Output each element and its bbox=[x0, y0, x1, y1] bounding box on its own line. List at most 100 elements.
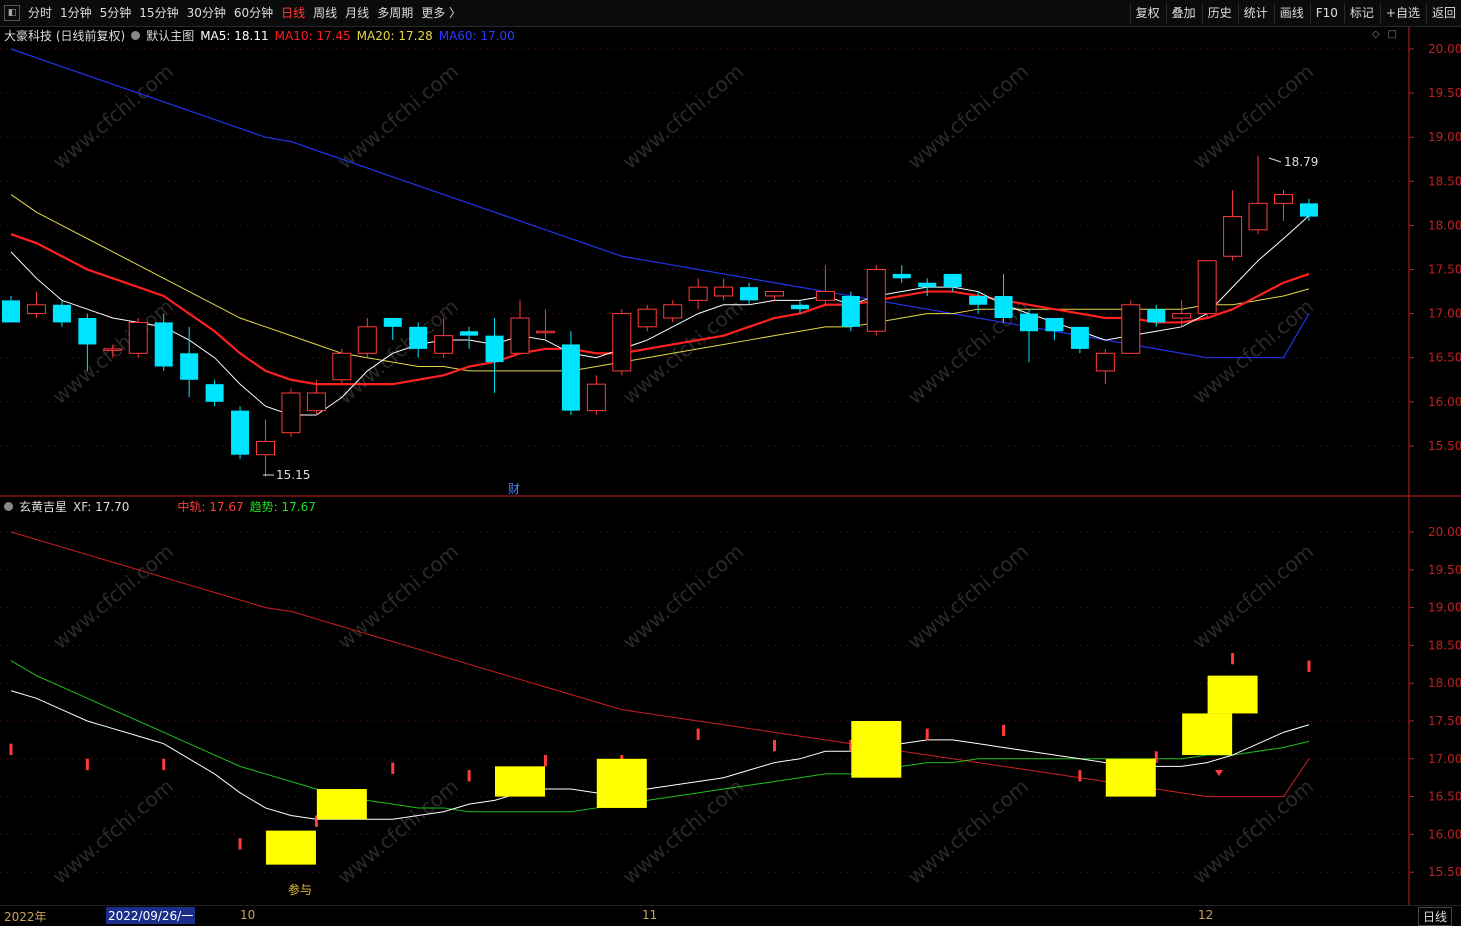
toolbar-button-2[interactable]: 历史 bbox=[1201, 3, 1237, 23]
main-axis-label: 16.50 bbox=[1428, 351, 1461, 365]
indicator-menu-icon[interactable] bbox=[131, 31, 141, 40]
candle-body-down bbox=[740, 287, 759, 301]
signal-block bbox=[1207, 675, 1258, 714]
toolbar-button-0[interactable]: 复权 bbox=[1129, 3, 1165, 23]
zhonggui-line bbox=[10, 531, 1310, 798]
candle-body-up bbox=[1197, 260, 1217, 315]
toolbar-button-1[interactable]: 叠加 bbox=[1165, 3, 1201, 23]
watermark: www.cfchi.com bbox=[1188, 59, 1318, 174]
sub-axis-label: 20.00 bbox=[1428, 525, 1461, 539]
sub-axis-label: 19.50 bbox=[1428, 563, 1461, 577]
grid-lines bbox=[0, 27, 1461, 905]
main-axis-label: 17.00 bbox=[1428, 307, 1461, 321]
ma60-value: MA60: 17.00 bbox=[438, 28, 515, 43]
signal-blocks bbox=[265, 675, 1258, 865]
candle-body-up bbox=[688, 286, 708, 301]
canyu-label: 参与 bbox=[288, 882, 312, 897]
period-indicator[interactable]: 日线 bbox=[1418, 907, 1453, 926]
sub-axis-label: 19.00 bbox=[1428, 601, 1461, 615]
stock-name: 大豪科技 (日线前复权) bbox=[4, 29, 126, 43]
period-tab-10[interactable]: 更多 〉 bbox=[421, 4, 461, 22]
period-tab-9[interactable]: 多周期 bbox=[377, 4, 413, 22]
indicator-name[interactable]: 默认主图 bbox=[146, 27, 194, 44]
candle-body-down bbox=[485, 335, 504, 363]
low-price-label: 15.15 bbox=[276, 468, 310, 482]
main-axis-label: 16.00 bbox=[1428, 395, 1461, 409]
period-tab-2[interactable]: 5分钟 bbox=[100, 4, 132, 22]
toolbar-button-7[interactable]: +自选 bbox=[1379, 3, 1425, 23]
sub-axis-label: 17.00 bbox=[1428, 752, 1461, 766]
candle-body-up bbox=[612, 313, 632, 372]
main-axis-label: 19.50 bbox=[1428, 86, 1461, 100]
signal-block bbox=[596, 758, 647, 808]
qushi-value: 趋势: 17.67 bbox=[249, 500, 316, 514]
signal-block bbox=[316, 789, 367, 820]
candle-body-down bbox=[460, 331, 479, 336]
sub-axis-label: 16.50 bbox=[1428, 790, 1461, 804]
period-tab-3[interactable]: 15分钟 bbox=[139, 4, 178, 22]
period-tab-6[interactable]: 日线 bbox=[281, 4, 305, 22]
candle-body-up bbox=[256, 440, 275, 456]
candle-body-down bbox=[918, 282, 937, 288]
candle-body-up bbox=[535, 330, 555, 334]
toolbar-button-4[interactable]: 画线 bbox=[1273, 3, 1309, 23]
candle-body-up bbox=[663, 304, 683, 319]
month-10-label: 10 bbox=[240, 908, 256, 922]
watermark: www.cfchi.com bbox=[333, 539, 463, 654]
panel-toggle-icon[interactable]: ◧ bbox=[4, 5, 20, 21]
candle-body-up bbox=[26, 304, 46, 315]
toolbar-button-5[interactable]: F10 bbox=[1309, 3, 1343, 23]
toolbar-button-3[interactable]: 统计 bbox=[1237, 3, 1273, 23]
year-label: 2022年 bbox=[4, 910, 47, 924]
buy-arrow-icon bbox=[1215, 770, 1223, 776]
candle-body-up bbox=[510, 317, 530, 354]
candle-body-up bbox=[1274, 194, 1293, 204]
main-axis-label: 20.00 bbox=[1428, 42, 1461, 56]
moving-average-lines bbox=[10, 48, 1310, 416]
candle-body-down bbox=[78, 318, 97, 345]
sub-axis-label: 18.50 bbox=[1428, 638, 1461, 652]
period-tab-4[interactable]: 30分钟 bbox=[187, 4, 226, 22]
candle-body-up bbox=[1172, 313, 1192, 319]
period-tab-8[interactable]: 月线 bbox=[345, 4, 369, 22]
main-axis-label: 17.50 bbox=[1428, 263, 1461, 277]
square-icon[interactable]: □ bbox=[1388, 29, 1397, 40]
toolbar-button-6[interactable]: 标记 bbox=[1343, 3, 1379, 23]
signal-block bbox=[1105, 758, 1156, 797]
candle-body-down bbox=[383, 318, 402, 327]
watermark: www.cfchi.com bbox=[903, 59, 1033, 174]
diamond-icon[interactable]: ◇ bbox=[1372, 29, 1380, 40]
candle-body-down bbox=[841, 295, 860, 327]
main-axis-label: 19.00 bbox=[1428, 130, 1461, 144]
candle-body-up bbox=[281, 392, 301, 434]
candle-body-down bbox=[1020, 313, 1038, 332]
candle-body-up bbox=[765, 291, 784, 297]
candle-body-up bbox=[1095, 352, 1115, 372]
candle-body-up bbox=[128, 321, 148, 354]
candle-body-down bbox=[969, 295, 988, 305]
candle-body-down bbox=[1299, 203, 1318, 217]
watermark: www.cfchi.com bbox=[618, 774, 748, 889]
candle-body-down bbox=[561, 344, 580, 411]
candle-body-down bbox=[892, 273, 911, 279]
candle-body-up bbox=[637, 308, 657, 328]
sub-axis-label: 16.00 bbox=[1428, 827, 1461, 841]
signal-block bbox=[265, 830, 316, 865]
sub-indicator-menu-icon[interactable] bbox=[4, 502, 13, 511]
period-tab-7[interactable]: 周线 bbox=[313, 4, 337, 22]
kline-chart: www.cfchi.com www.cfchi.com www.cfchi.com w… bbox=[0, 27, 1461, 905]
watermark: www.cfchi.com bbox=[1188, 539, 1318, 654]
period-tab-1[interactable]: 1分钟 bbox=[60, 4, 92, 22]
watermark: www.cfchi.com bbox=[48, 59, 178, 174]
sub-indicator-lines bbox=[9, 531, 1311, 850]
candle-body-up bbox=[103, 348, 123, 351]
sub-indicator-name[interactable]: 玄黄吉星 bbox=[19, 498, 67, 515]
watermark: www.cfchi.com bbox=[618, 539, 748, 654]
ma20-value: MA20: 17.28 bbox=[356, 28, 433, 43]
toolbar-button-8[interactable]: 返回 bbox=[1425, 3, 1461, 23]
watermark: www.cfchi.com bbox=[903, 539, 1033, 654]
candle-body-down bbox=[790, 304, 809, 310]
signal-block bbox=[1182, 713, 1233, 756]
period-tab-5[interactable]: 60分钟 bbox=[234, 4, 273, 22]
period-tab-0[interactable]: 分时 bbox=[28, 4, 52, 22]
